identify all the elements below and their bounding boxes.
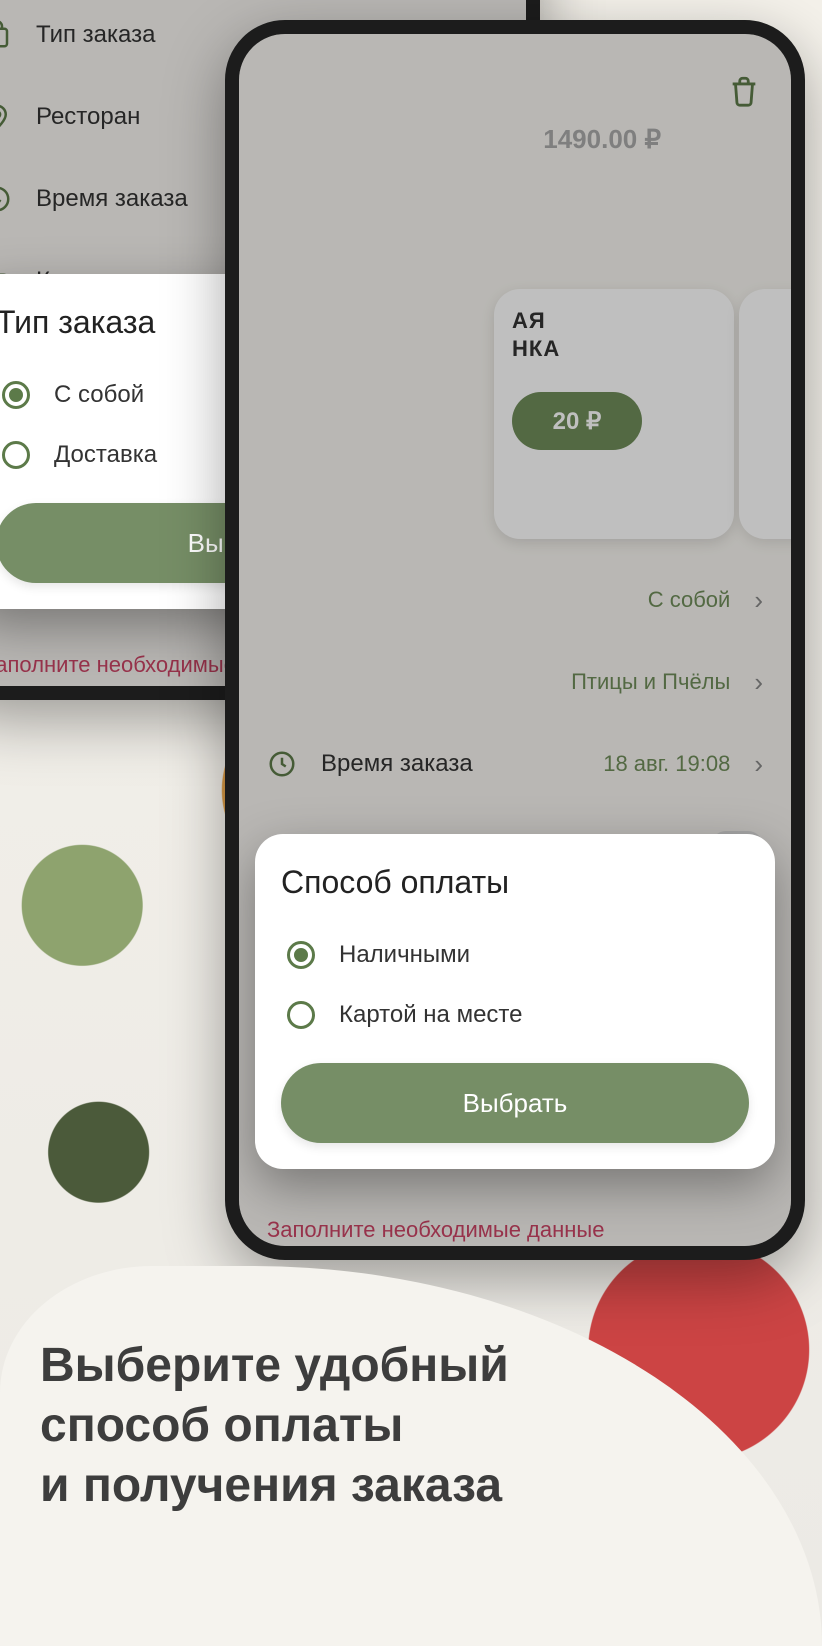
payment-method-dialog: Способ оплаты Наличными Картой на месте … <box>255 834 775 1169</box>
radio-label: Доставка <box>54 441 157 469</box>
radio-icon <box>2 441 30 469</box>
radio-label: С собой <box>54 381 144 409</box>
radio-label: Наличными <box>339 941 470 969</box>
radio-icon <box>287 1001 315 1029</box>
radio-label: Картой на месте <box>339 1001 522 1029</box>
radio-icon <box>2 381 30 409</box>
phone-frame-b: 1490.00 ₽ АЯ НКА 20 ₽ С собой › Птицы и … <box>225 20 805 1260</box>
dialog-title: Способ оплаты <box>281 864 749 901</box>
button-label: Выбрать <box>463 1088 568 1119</box>
radio-option-cash[interactable]: Наличными <box>281 925 749 985</box>
select-button[interactable]: Выбрать <box>281 1063 749 1143</box>
radio-icon <box>287 941 315 969</box>
radio-option-card[interactable]: Картой на месте <box>281 985 749 1045</box>
promo-headline: Выберите удобный способ оплаты и получен… <box>40 1336 782 1516</box>
